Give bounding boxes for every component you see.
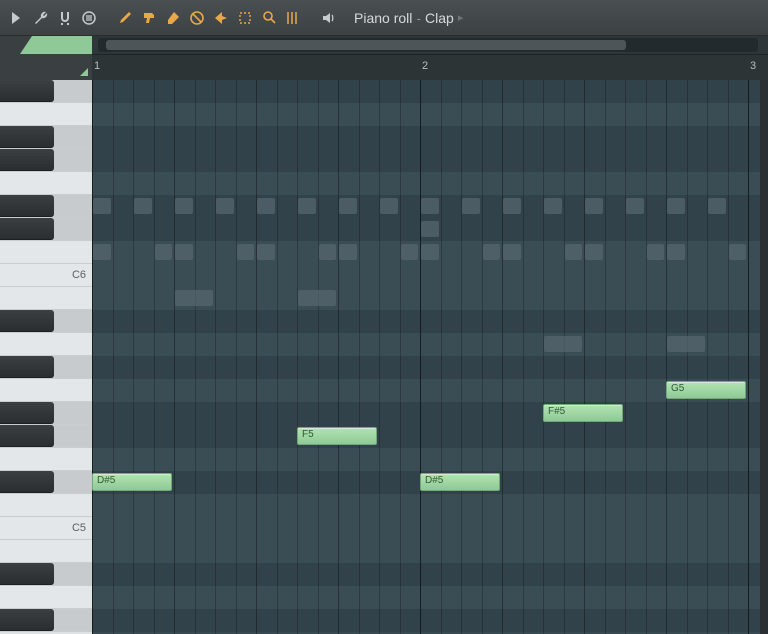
ghost-note	[93, 198, 111, 214]
note[interactable]: F5	[297, 427, 377, 445]
window-title: Piano roll - Clap ▸	[354, 10, 463, 26]
ghost-note	[175, 290, 213, 306]
black-key[interactable]	[0, 195, 54, 217]
note[interactable]: G5	[666, 381, 746, 399]
draw-icon[interactable]	[114, 7, 136, 29]
title-prefix: Piano roll	[354, 10, 412, 26]
ghost-note	[503, 244, 521, 260]
black-key[interactable]	[0, 126, 54, 148]
play-menu-icon[interactable]	[6, 7, 28, 29]
speaker-icon[interactable]	[318, 7, 340, 29]
ghost-note	[401, 244, 419, 260]
menu-icon[interactable]	[78, 7, 100, 29]
ghost-note	[585, 244, 603, 260]
magnet-icon[interactable]	[54, 7, 76, 29]
wrench-icon[interactable]	[30, 7, 52, 29]
channel-tab[interactable]	[20, 36, 92, 54]
ghost-note	[421, 244, 439, 260]
key-label: C5	[72, 522, 86, 534]
black-key[interactable]	[0, 425, 54, 447]
ghost-note	[421, 198, 439, 214]
ghost-note	[729, 244, 747, 260]
mute-icon[interactable]	[186, 7, 208, 29]
ghost-note	[155, 244, 173, 260]
ghost-note	[175, 244, 193, 260]
erase-icon[interactable]	[162, 7, 184, 29]
bar-number: 2	[422, 60, 428, 72]
time-ruler[interactable]: 1 2 3	[92, 54, 768, 80]
ghost-note	[257, 244, 275, 260]
ghost-note	[708, 198, 726, 214]
key-label: C6	[72, 269, 86, 281]
black-key[interactable]	[0, 356, 54, 378]
ghost-note	[483, 244, 501, 260]
black-key[interactable]	[0, 149, 54, 171]
black-key[interactable]	[0, 402, 54, 424]
note-grid[interactable]: D#5 F5 D#5 F#5 G5	[92, 80, 768, 634]
black-key[interactable]	[0, 218, 54, 240]
toolbar: Piano roll - Clap ▸	[0, 0, 768, 36]
zoom-icon[interactable]	[258, 7, 280, 29]
ghost-note	[298, 198, 316, 214]
ghost-note	[421, 221, 439, 237]
ghost-note	[380, 198, 398, 214]
ghost-note	[462, 198, 480, 214]
bar-number: 3	[750, 60, 756, 72]
note[interactable]: F#5	[543, 404, 623, 422]
ghost-note	[237, 244, 255, 260]
ghost-note	[667, 244, 685, 260]
ghost-note	[626, 198, 644, 214]
scrollbar-vertical[interactable]	[760, 80, 768, 634]
bar-number: 1	[94, 60, 100, 72]
ghost-note	[339, 244, 357, 260]
ghost-note	[175, 198, 193, 214]
black-key[interactable]	[0, 609, 54, 631]
black-key[interactable]	[0, 563, 54, 585]
ghost-note	[667, 336, 705, 352]
ghost-note	[647, 244, 665, 260]
playback-icon[interactable]	[282, 7, 304, 29]
scrollbar-horizontal-thumb[interactable]	[106, 40, 626, 50]
slice-icon[interactable]	[210, 7, 232, 29]
select-icon[interactable]	[234, 7, 256, 29]
note[interactable]: D#5	[420, 473, 500, 491]
ghost-note	[503, 198, 521, 214]
note[interactable]: D#5	[92, 473, 172, 491]
scrollbar-horizontal[interactable]	[98, 38, 758, 52]
title-channel: Clap	[425, 10, 454, 26]
ghost-note	[319, 244, 337, 260]
corner-tools[interactable]	[0, 36, 92, 80]
ghost-note	[667, 198, 685, 214]
ghost-note	[93, 244, 111, 260]
black-key[interactable]	[0, 80, 54, 102]
black-key[interactable]	[0, 471, 54, 493]
chevron-right-icon[interactable]: ▸	[458, 11, 464, 24]
ruler-row: 1 2 3	[0, 36, 768, 80]
ghost-note	[134, 198, 152, 214]
ghost-note	[565, 244, 583, 260]
piano-keyboard[interactable]: C6 C5	[0, 80, 92, 634]
ghost-note	[544, 198, 562, 214]
paint-icon[interactable]	[138, 7, 160, 29]
ghost-note	[585, 198, 603, 214]
ghost-note	[298, 290, 336, 306]
corner-resize-icon[interactable]	[80, 68, 88, 76]
black-key[interactable]	[0, 310, 54, 332]
ghost-note	[339, 198, 357, 214]
ghost-note	[257, 198, 275, 214]
title-sep: -	[416, 10, 421, 26]
ghost-note	[544, 336, 582, 352]
ghost-note	[216, 198, 234, 214]
